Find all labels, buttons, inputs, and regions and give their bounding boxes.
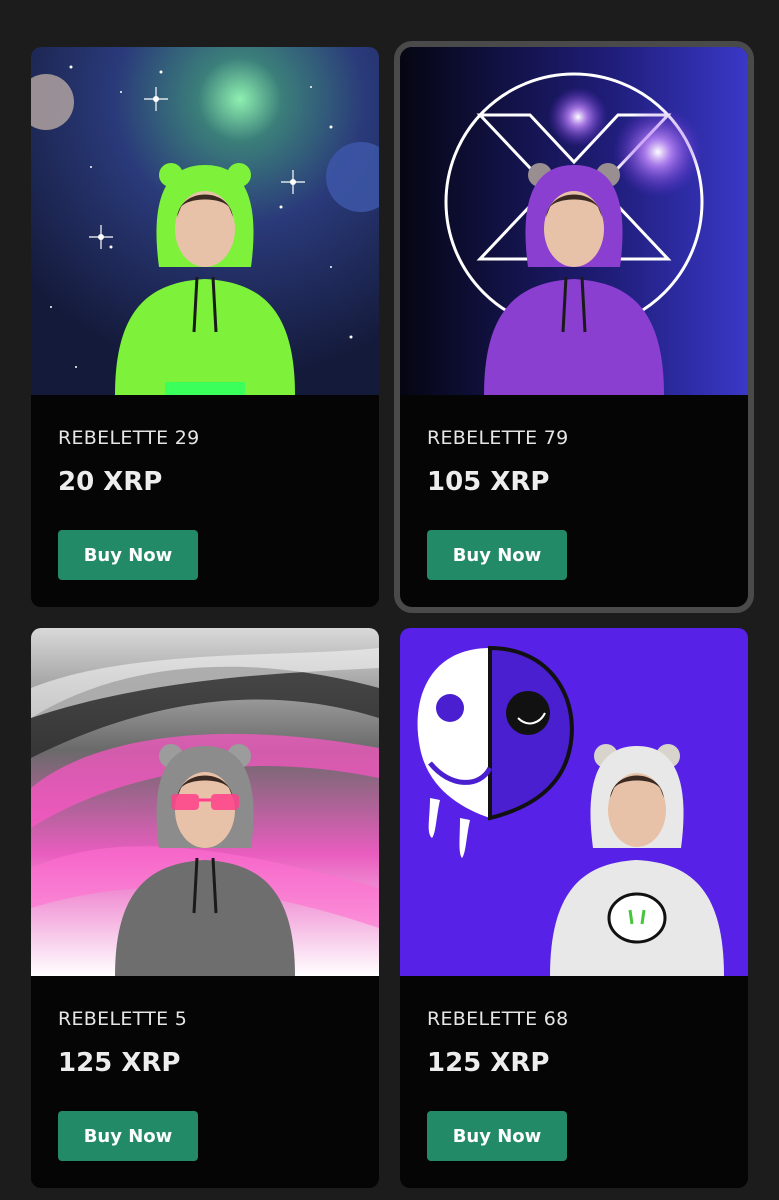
nft-info: REBELETTE 79 105 XRP — [427, 427, 569, 497]
nft-image[interactable] — [400, 628, 748, 976]
nft-card[interactable]: REBELETTE 5 125 XRP Buy Now — [31, 628, 379, 1188]
nft-card[interactable]: REBELETTE 68 125 XRP Buy Now — [400, 628, 748, 1188]
nft-image[interactable] — [400, 47, 748, 395]
nft-image[interactable] — [31, 47, 379, 395]
buy-now-button[interactable]: Buy Now — [427, 1111, 567, 1161]
nft-info: REBELETTE 29 20 XRP — [58, 427, 200, 497]
buy-now-button[interactable]: Buy Now — [427, 530, 567, 580]
nft-listing-grid: REBELETTE 29 20 XRP Buy Now REBELETTE 79… — [0, 0, 779, 1200]
nft-image[interactable] — [31, 628, 379, 976]
nft-name: REBELETTE 5 — [58, 1008, 188, 1030]
nft-price: 20 XRP — [58, 467, 163, 497]
nft-price: 105 XRP — [427, 467, 550, 497]
nft-price: 125 XRP — [58, 1048, 181, 1078]
nft-name: REBELETTE 79 — [427, 427, 569, 449]
buy-now-button[interactable]: Buy Now — [58, 1111, 198, 1161]
nft-card-selected[interactable]: REBELETTE 79 105 XRP Buy Now — [394, 41, 754, 613]
nft-price: 125 XRP — [427, 1048, 550, 1078]
nft-name: REBELETTE 68 — [427, 1008, 569, 1030]
nft-info: REBELETTE 68 125 XRP — [427, 1008, 569, 1078]
nft-name: REBELETTE 29 — [58, 427, 200, 449]
nft-info: REBELETTE 5 125 XRP — [58, 1008, 187, 1078]
nft-card[interactable]: REBELETTE 29 20 XRP Buy Now — [31, 47, 379, 607]
buy-now-button[interactable]: Buy Now — [58, 530, 198, 580]
